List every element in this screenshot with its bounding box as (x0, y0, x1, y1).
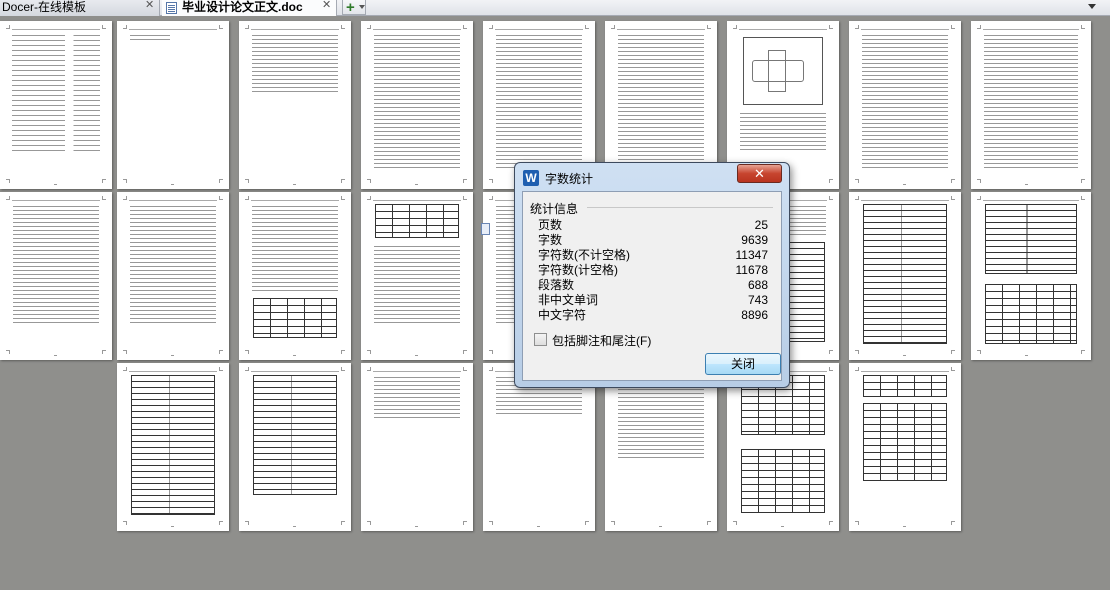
document-page[interactable] (361, 192, 473, 360)
document-page[interactable] (361, 363, 473, 531)
tab-docer-templates[interactable]: Docer-在线模板 ✕ (0, 0, 160, 16)
document-page[interactable] (239, 21, 351, 189)
tab-label: Docer-在线模板 (2, 0, 87, 14)
stat-row-pages: 页数 25 (538, 218, 768, 233)
stat-value: 11678 (735, 263, 768, 277)
statistics-group-label: 统计信息 (530, 200, 583, 217)
stat-value: 25 (754, 218, 768, 232)
new-tab-button[interactable]: + (342, 0, 366, 16)
stat-row-words: 字数 9639 (538, 233, 768, 248)
document-page[interactable] (605, 363, 717, 531)
dialog-title: 字数统计 (545, 172, 594, 186)
stat-value: 9639 (741, 233, 768, 247)
tab-list-dropdown-icon[interactable] (1088, 4, 1096, 9)
document-page[interactable] (117, 363, 229, 531)
document-page[interactable] (361, 21, 473, 189)
stat-label: 段落数 (538, 278, 575, 292)
document-page[interactable] (727, 363, 839, 531)
include-footnotes-label[interactable]: 包括脚注和尾注(F) (552, 332, 651, 349)
document-page[interactable] (239, 192, 351, 360)
dialog-body: 统计信息 页数 25 字数 9639 字符数(不计空格) 11347 字符数(计… (522, 191, 782, 381)
stat-label: 中文字符 (538, 308, 587, 322)
tab-document[interactable]: 毕业设计论文正文.doc ✕ (162, 0, 337, 16)
dialog-titlebar[interactable]: W 字数统计 ✕ (515, 163, 789, 191)
stat-row-chars-no-spaces: 字符数(不计空格) 11347 (538, 248, 768, 263)
wps-writer-icon: W (523, 170, 539, 186)
chevron-down-icon (359, 5, 365, 9)
document-page[interactable] (849, 363, 961, 531)
document-page[interactable] (849, 21, 961, 189)
stat-value: 8896 (741, 308, 768, 322)
close-icon[interactable]: ✕ (737, 164, 782, 183)
document-page[interactable] (239, 363, 351, 531)
stat-value: 688 (747, 278, 768, 292)
document-page[interactable] (971, 21, 1091, 189)
document-page[interactable] (117, 21, 229, 189)
stat-row-paragraphs: 段落数 688 (538, 278, 768, 293)
stat-label: 非中文单词 (538, 293, 599, 307)
stat-label: 字符数(计空格) (538, 263, 618, 277)
stat-label: 字数 (538, 233, 563, 247)
document-page[interactable] (117, 192, 229, 360)
word-count-dialog: W 字数统计 ✕ 统计信息 页数 25 字数 9639 字符数(不计空格) 11… (514, 162, 790, 388)
tab-bar: Docer-在线模板 ✕ 毕业设计论文正文.doc ✕ + (0, 0, 1110, 16)
document-page[interactable] (483, 363, 595, 531)
stat-row-chinese-chars: 中文字符 8896 (538, 308, 768, 323)
stat-row-chars-with-spaces: 字符数(计空格) 11678 (538, 263, 768, 278)
stat-value: 11347 (735, 248, 768, 262)
document-page[interactable] (0, 192, 112, 360)
stat-row-non-chinese-words: 非中文单词 743 (538, 293, 768, 308)
include-footnotes-checkbox[interactable] (534, 333, 547, 346)
plus-icon: + (346, 0, 355, 16)
close-tab-icon[interactable]: ✕ (145, 0, 155, 12)
stat-value: 743 (747, 293, 768, 307)
document-icon (166, 2, 177, 14)
stat-label: 页数 (538, 218, 563, 232)
document-page[interactable] (0, 21, 112, 189)
close-button[interactable]: 关闭 (705, 353, 781, 375)
stat-label: 字符数(不计空格) (538, 248, 630, 262)
tab-label: 毕业设计论文正文.doc (182, 0, 303, 14)
close-tab-icon[interactable]: ✕ (322, 0, 332, 12)
document-page[interactable] (971, 192, 1091, 360)
document-icon (481, 223, 490, 235)
group-divider (587, 207, 773, 208)
document-page[interactable] (849, 192, 961, 360)
